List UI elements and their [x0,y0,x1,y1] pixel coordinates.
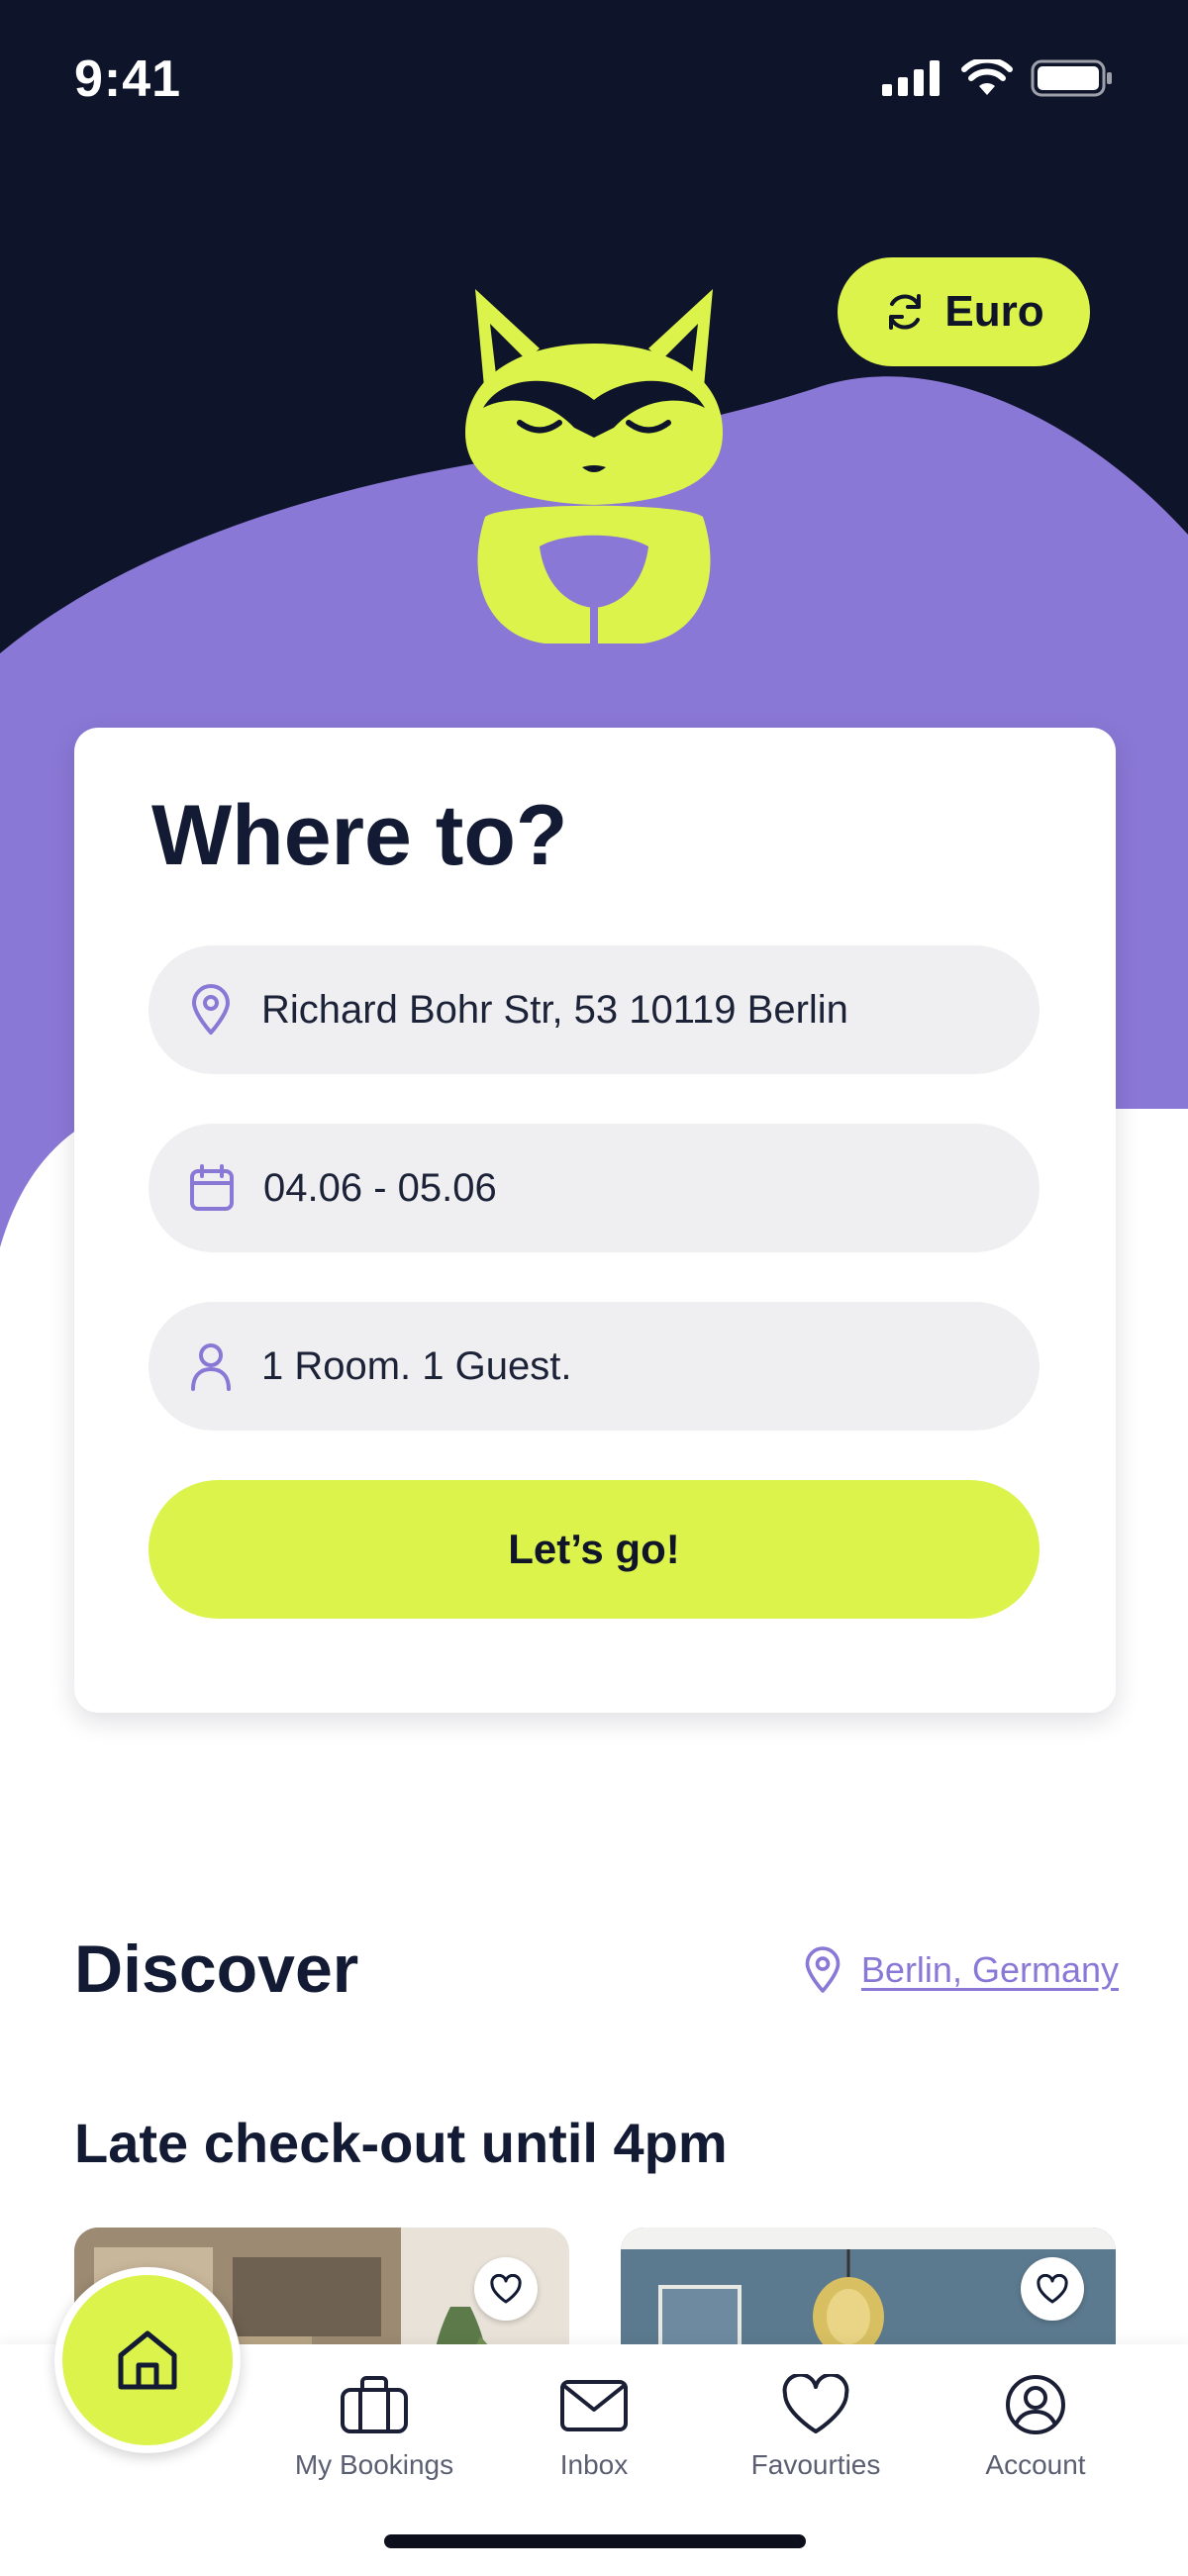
search-card: Where to? Richard Bohr Str, 53 10119 Ber… [74,728,1116,1713]
lets-go-button[interactable]: Let’s go! [148,1480,1040,1619]
status-time: 9:41 [74,50,182,108]
late-checkout-section-title: Late check-out until 4pm [74,2112,728,2174]
wifi-icon [961,59,1013,95]
signal-icon [882,60,940,96]
location-field[interactable]: Richard Bohr Str, 53 10119 Berlin [148,945,1040,1074]
person-icon [191,1343,231,1391]
tab-label: Inbox [559,2449,629,2480]
user-circle-icon [1006,2375,1065,2434]
briefcase-icon [341,2376,408,2433]
dates-field[interactable]: 04.06 - 05.06 [148,1124,1040,1252]
tab-label: Favourties [750,2449,881,2480]
tab-label: Account [985,2449,1086,2480]
envelope-icon [560,2380,628,2431]
tab-label: My Bookings [294,2449,454,2480]
currency-label: Euro [944,287,1044,336]
heart-icon [490,2274,522,2304]
battery-icon [1031,59,1112,97]
discover-location-link[interactable]: Berlin, Germany [802,1945,1119,1995]
status-icons [882,59,1114,97]
heart-icon [782,2374,849,2433]
location-pin-icon [805,1946,841,1993]
heart-icon [1037,2274,1068,2304]
tab-my-bookings[interactable]: My Bookings [275,2374,473,2481]
currency-button[interactable]: Euro [838,257,1090,366]
tab-account[interactable]: Account [937,2374,1135,2481]
favourite-button[interactable] [474,2257,538,2321]
favourite-button[interactable] [1021,2257,1084,2321]
discover-location-label: Berlin, Germany [860,1949,1119,1990]
guests-field[interactable]: 1 Room. 1 Guest. [148,1302,1040,1431]
raccoon-mascot-logo [465,289,723,644]
guests-value: 1 Room. 1 Guest. [261,1343,572,1388]
refresh-icon [889,294,922,330]
search-title: Where to? [151,788,568,883]
dates-value: 04.06 - 05.06 [263,1165,497,1210]
location-value: Richard Bohr Str, 53 10119 Berlin [261,987,848,1032]
home-icon [118,2330,177,2390]
calendar-icon [190,1164,234,1211]
discover-title: Discover [74,1932,359,2007]
status-bar: 9:41 [0,0,1188,158]
home-indicator [384,2534,806,2548]
tab-favourites[interactable]: Favourties [717,2374,915,2481]
location-pin-icon [192,984,230,1035]
tab-home[interactable] [54,2267,241,2453]
tab-inbox[interactable]: Inbox [495,2374,693,2481]
